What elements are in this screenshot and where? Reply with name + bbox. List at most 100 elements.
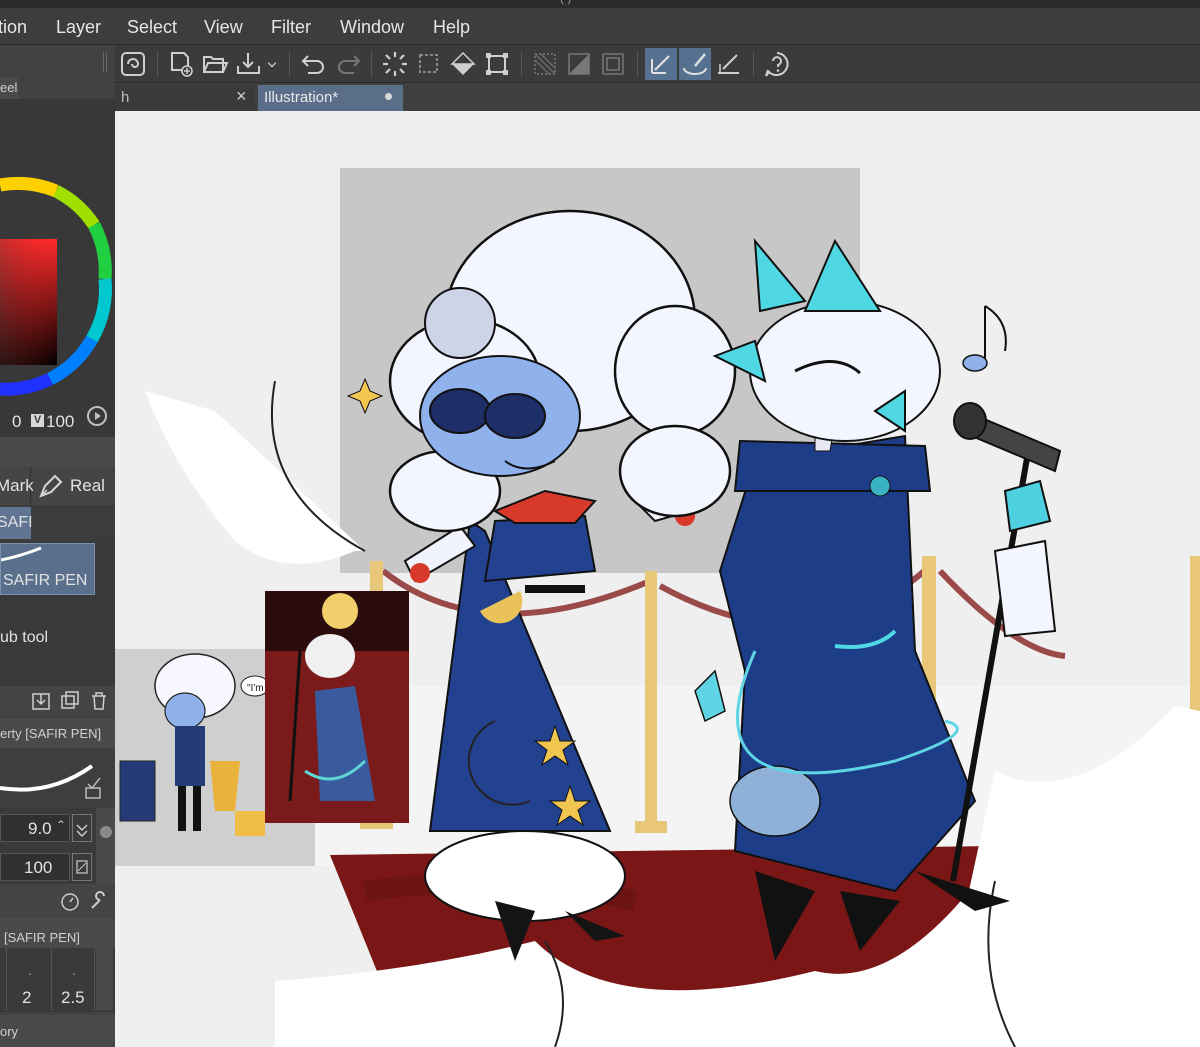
- pen-group-label: SAFI: [0, 514, 33, 531]
- menu-select[interactable]: Select: [127, 17, 177, 38]
- pen-nib-icon: [39, 474, 63, 498]
- tool-property-header: erty [SAFIR PEN]: [0, 718, 115, 748]
- play-circle-icon[interactable]: [87, 406, 107, 426]
- redo-button[interactable]: [332, 48, 364, 80]
- select-all-button[interactable]: [529, 48, 561, 80]
- subtool-tab-mark-label: Mark: [0, 476, 34, 495]
- preset-dot-1: ·: [28, 966, 33, 981]
- timer-icon[interactable]: [59, 890, 81, 912]
- brush-size-header: [SAFIR PEN]: [0, 918, 115, 948]
- command-bar: [115, 45, 1200, 83]
- wrench-icon[interactable]: [88, 890, 110, 912]
- toolbar-grip[interactable]: [103, 52, 107, 72]
- trash-icon[interactable]: [88, 690, 110, 712]
- pen-group-row: SAFI: [0, 505, 115, 541]
- title-bar: ( ): [0, 0, 1200, 8]
- tool-property-title: erty [SAFIR PEN]: [0, 726, 102, 741]
- new-canvas-button[interactable]: [165, 48, 197, 80]
- app-window: ( ) tion Layer Select View Filter Window…: [0, 0, 1200, 1047]
- spin-arrows-icon[interactable]: ⌃: [56, 818, 66, 832]
- size-preset-1[interactable]: 2: [22, 988, 31, 1008]
- brush-size-title: [SAFIR PEN]: [4, 930, 80, 945]
- brush-preview-area: [0, 748, 115, 808]
- undo-button[interactable]: [298, 48, 330, 80]
- save-button[interactable]: [233, 48, 265, 80]
- open-button[interactable]: [199, 48, 231, 80]
- color-wheel-tab[interactable]: eel: [0, 77, 18, 99]
- invert-selection-button[interactable]: [563, 48, 595, 80]
- vector-pen-icon: [651, 55, 670, 74]
- color-wheel-tab-label: eel: [0, 80, 18, 95]
- menu-filter[interactable]: Filter: [271, 17, 311, 38]
- tab-document-h-label: h: [121, 89, 130, 106]
- help-button[interactable]: [761, 48, 793, 80]
- unsaved-dot-icon: [385, 93, 392, 100]
- deselect-icon: [602, 53, 624, 75]
- vector-pen-button[interactable]: [645, 48, 677, 80]
- ruler-icon: [718, 54, 739, 74]
- property-scrollbar[interactable]: [96, 808, 115, 884]
- brush-stroke-preview: [1, 546, 42, 562]
- tab-document-h[interactable]: h: [115, 85, 255, 111]
- copy-icon[interactable]: [59, 690, 81, 712]
- color-wheel-panel: [0, 99, 115, 439]
- opacity-toggle[interactable]: [72, 853, 92, 881]
- save-dropdown-button[interactable]: [263, 48, 281, 80]
- brush-size-presets: · · 2 2.5: [0, 948, 115, 1012]
- pressure-toggle[interactable]: [72, 814, 92, 842]
- lock-icon: [87, 777, 101, 790]
- document-tabs: h Illustration*: [115, 83, 1200, 111]
- menu-view[interactable]: View: [204, 17, 243, 38]
- ruler-button[interactable]: [713, 48, 745, 80]
- value-number: 100: [46, 412, 75, 431]
- app-logo-button[interactable]: [117, 48, 149, 80]
- fill-button[interactable]: [447, 48, 479, 80]
- size-preset-2[interactable]: 2.5: [61, 988, 85, 1008]
- history-label: ory: [0, 1024, 19, 1039]
- open-folder-icon: [203, 56, 229, 73]
- brush-stroke-sample: [0, 764, 101, 799]
- value-badge: V: [31, 414, 44, 427]
- app-logo-icon: [121, 52, 145, 76]
- subtool-item-safir-pen[interactable]: SAFIR PEN: [0, 543, 95, 595]
- selection-button[interactable]: [413, 48, 445, 80]
- menu-help[interactable]: Help: [433, 17, 470, 38]
- tab-close-icon[interactable]: ×: [236, 86, 247, 107]
- menu-window[interactable]: Window: [340, 17, 404, 38]
- left-panel: eel 0 V 100 Mark Real SAFI SAFIR PEN ub …: [0, 45, 115, 1047]
- save-icon: [237, 53, 260, 74]
- tab-illustration[interactable]: Illustration*: [258, 85, 403, 111]
- subtool-tab-mark[interactable]: Mark: [0, 467, 34, 505]
- preset-dot-2: ·: [72, 966, 77, 981]
- property-actions: [0, 884, 115, 918]
- subtool-item-label: SAFIR PEN: [3, 572, 88, 589]
- reference-image-2: [265, 591, 409, 823]
- menu-layer[interactable]: Layer: [56, 17, 101, 38]
- history-header[interactable]: ory: [0, 1015, 115, 1047]
- color-wheel[interactable]: [0, 99, 115, 439]
- brush-size-field[interactable]: 9.0 ⌃: [0, 814, 70, 842]
- transform-icon: [486, 53, 508, 75]
- loading-spinner-icon: [383, 52, 407, 76]
- subtool-actions: [0, 686, 115, 716]
- brush-size-opacity: 9.0 ⌃ 100: [0, 808, 115, 884]
- opacity-field[interactable]: 100: [0, 853, 70, 881]
- menu-bar: tion Layer Select View Filter Window Hel…: [0, 8, 1200, 45]
- subtool-tab-real[interactable]: Real: [33, 467, 113, 505]
- import-icon[interactable]: [30, 690, 52, 712]
- pen-group-tab[interactable]: SAFI: [0, 507, 33, 539]
- deselect-button[interactable]: [597, 48, 629, 80]
- invert-selection-icon: [568, 53, 590, 75]
- window-title: ( ): [560, 0, 571, 5]
- transform-button[interactable]: [481, 48, 513, 80]
- preset-scrollbar[interactable]: [96, 948, 113, 1010]
- menu-animation[interactable]: tion: [0, 17, 27, 38]
- tab-illustration-label: Illustration*: [264, 89, 339, 106]
- hue-value: 0: [12, 412, 22, 431]
- selection-icon: [419, 54, 438, 73]
- panel-divider: [0, 437, 115, 467]
- loading-button[interactable]: [379, 48, 411, 80]
- illustration-artwork: "I'm: [115, 168, 1200, 1047]
- drawing-canvas[interactable]: "I'm: [115, 111, 1200, 1047]
- brush-button[interactable]: [679, 48, 711, 80]
